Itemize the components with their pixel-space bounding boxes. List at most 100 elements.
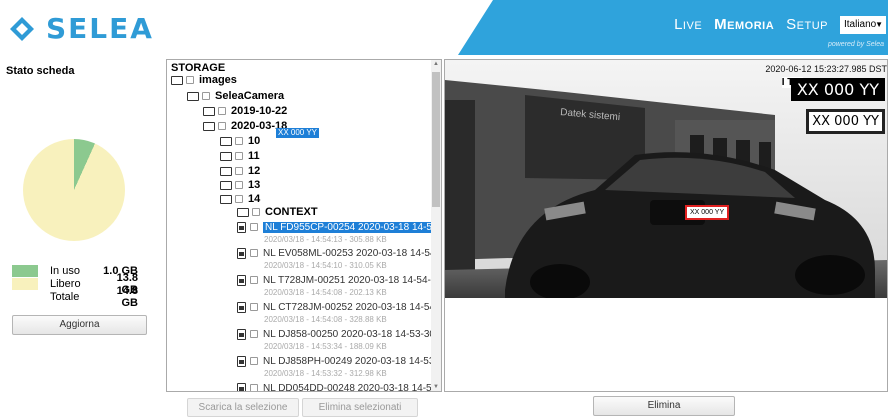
storage-status-panel: Stato scheda In uso 1.0 GB Libero 13.8 G… (0, 56, 165, 418)
capture-image: Datek sistemi 2020-06-12 15:23:27.985 DS… (445, 60, 887, 298)
header: SELEA Live Memoria Setup Italiano ▼ powe… (0, 0, 888, 55)
image-file-icon (237, 274, 246, 286)
file-item[interactable]: NL DD054DD-00248 2020-03-18 14-53-2 (237, 381, 442, 392)
delete-button[interactable]: Elimina (593, 396, 735, 416)
tree-node-date[interactable]: 2020-03-18 (203, 119, 287, 133)
storage-pie-chart (23, 139, 125, 241)
image-file-icon (237, 221, 246, 233)
checkbox[interactable] (235, 167, 243, 175)
checkbox[interactable] (235, 181, 243, 189)
node-label: SeleaCamera (215, 90, 285, 102)
checkbox[interactable] (250, 249, 258, 257)
file-meta: 2020/03/18 - 14:53:34 - 188.09 KB (264, 342, 387, 351)
scroll-down-icon[interactable]: ▼ (432, 384, 440, 390)
nav-setup[interactable]: Setup (786, 16, 828, 33)
download-selection-button[interactable]: Scarica la selezione (187, 398, 299, 417)
legend-row-total: Totale 14.8 GB (12, 285, 138, 309)
folder-icon (220, 194, 232, 204)
tree-scrollbar[interactable]: ▲ ▼ (431, 60, 441, 391)
storage-tree: STORAGE images SeleaCamera 2019-10-22 20… (166, 59, 442, 392)
file-name: NL CT728JM-00252 2020-03-18 14-54-0 (263, 301, 442, 313)
node-label: images (199, 74, 237, 86)
file-item[interactable]: NL DJ858PH-00249 2020-03-18 14-53-2 2020… (237, 354, 442, 378)
image-file-icon (237, 355, 246, 367)
file-name: NL EV058ML-00253 2020-03-18 14-54-0 (263, 247, 442, 259)
folder-icon (203, 121, 215, 131)
tree-node-hour[interactable]: 10 (220, 134, 260, 148)
checkbox[interactable] (250, 330, 258, 338)
folder-icon (203, 106, 215, 116)
checkbox[interactable] (186, 76, 194, 84)
powered-by: powered by Selea (827, 41, 884, 48)
image-file-icon (237, 301, 246, 313)
legend-swatch-used (12, 264, 38, 277)
language-value: Italiano (844, 19, 877, 30)
checkbox[interactable] (250, 357, 258, 365)
folder-icon (220, 166, 232, 176)
scroll-thumb[interactable] (432, 72, 440, 207)
image-file-icon (237, 247, 246, 259)
delete-selected-button[interactable]: Elimina selezionati (302, 398, 418, 417)
tree-node-date[interactable]: 2019-10-22 (203, 104, 287, 118)
chevron-down-icon: ▼ (875, 20, 883, 29)
checkbox[interactable] (250, 303, 258, 311)
nav-memoria[interactable]: Memoria (714, 16, 774, 33)
tree-node-seleacamera[interactable]: SeleaCamera (187, 89, 284, 103)
storage-legend: In uso 1.0 GB Libero 13.8 GB Totale 14.8… (12, 264, 138, 309)
checkbox[interactable] (235, 152, 243, 160)
legend-value: 14.8 GB (116, 284, 138, 309)
file-item[interactable]: NL T728JM-00251 2020-03-18 14-54-04 2020… (237, 273, 442, 297)
tree-node-images[interactable]: images (171, 73, 237, 87)
logo[interactable]: SELEA (8, 12, 154, 45)
file-name: NL DJ858-00250 2020-03-18 14-53-30-5 (263, 328, 442, 340)
scroll-up-icon[interactable]: ▲ (432, 61, 440, 67)
checkbox[interactable] (235, 137, 243, 145)
file-name: NL DD054DD-00248 2020-03-18 14-53-2 (263, 382, 442, 392)
file-item[interactable]: NL FD955CP-00254 2020-03-18 14-54-0 2020… (237, 220, 441, 244)
folder-icon (171, 75, 183, 85)
legend-swatch-empty (12, 291, 38, 303)
checkbox[interactable] (250, 223, 258, 231)
checkbox[interactable] (250, 276, 258, 284)
node-label: 10 (248, 135, 261, 147)
file-meta: 2020/03/18 - 14:54:10 - 310.05 KB (264, 261, 387, 270)
plate-crop: XX 000 YY (806, 109, 885, 134)
legend-swatch-free (12, 277, 38, 290)
refresh-button[interactable]: Aggiorna (12, 315, 147, 335)
tree-node-hour[interactable]: 13 (220, 178, 260, 192)
main-nav: Live Memoria Setup (674, 16, 828, 33)
plate-text: XX 000 YY (790, 78, 885, 101)
file-item[interactable]: NL CT728JM-00252 2020-03-18 14-54-0 2020… (237, 300, 442, 324)
plate-detection-box: XX 000 YY (685, 205, 730, 220)
file-meta: 2020/03/18 - 14:54:08 - 328.88 KB (264, 315, 387, 324)
nav-live[interactable]: Live (674, 16, 702, 33)
legend-label: In uso (50, 264, 80, 277)
language-select[interactable]: Italiano ▼ (840, 16, 886, 34)
checkbox[interactable] (218, 122, 226, 130)
folder-icon (187, 91, 199, 101)
file-item[interactable]: NL EV058ML-00253 2020-03-18 14-54-0 2020… (237, 246, 442, 270)
node-label: 14 (248, 193, 261, 205)
checkbox[interactable] (235, 195, 243, 203)
checkbox[interactable] (250, 384, 258, 391)
tree-node-hour[interactable]: 14 (220, 192, 260, 206)
checkbox[interactable] (218, 107, 226, 115)
file-name: NL T728JM-00251 2020-03-18 14-54-04 (263, 274, 442, 286)
logo-text: SELEA (46, 12, 154, 45)
tree-node-hour[interactable]: 12 (220, 164, 260, 178)
tree-node-context[interactable]: CONTEXT (237, 205, 318, 219)
legend-label: Libero (50, 277, 81, 290)
node-label: 12 (248, 165, 261, 177)
checkbox[interactable] (202, 92, 210, 100)
node-label: CONTEXT (265, 206, 318, 218)
file-name: NL DJ858PH-00249 2020-03-18 14-53-2 (263, 355, 442, 367)
image-file-icon (237, 328, 246, 340)
logo-icon (10, 16, 34, 41)
capture-timestamp: 2020-06-12 15:23:27.985 DST (765, 64, 887, 74)
image-file-icon (237, 382, 246, 391)
file-item[interactable]: NL DJ858-00250 2020-03-18 14-53-30-5 202… (237, 327, 442, 351)
node-label: 2019-10-22 (231, 105, 288, 117)
checkbox[interactable] (252, 208, 260, 216)
node-label: 13 (248, 179, 261, 191)
tree-node-hour[interactable]: 11 (220, 149, 260, 163)
